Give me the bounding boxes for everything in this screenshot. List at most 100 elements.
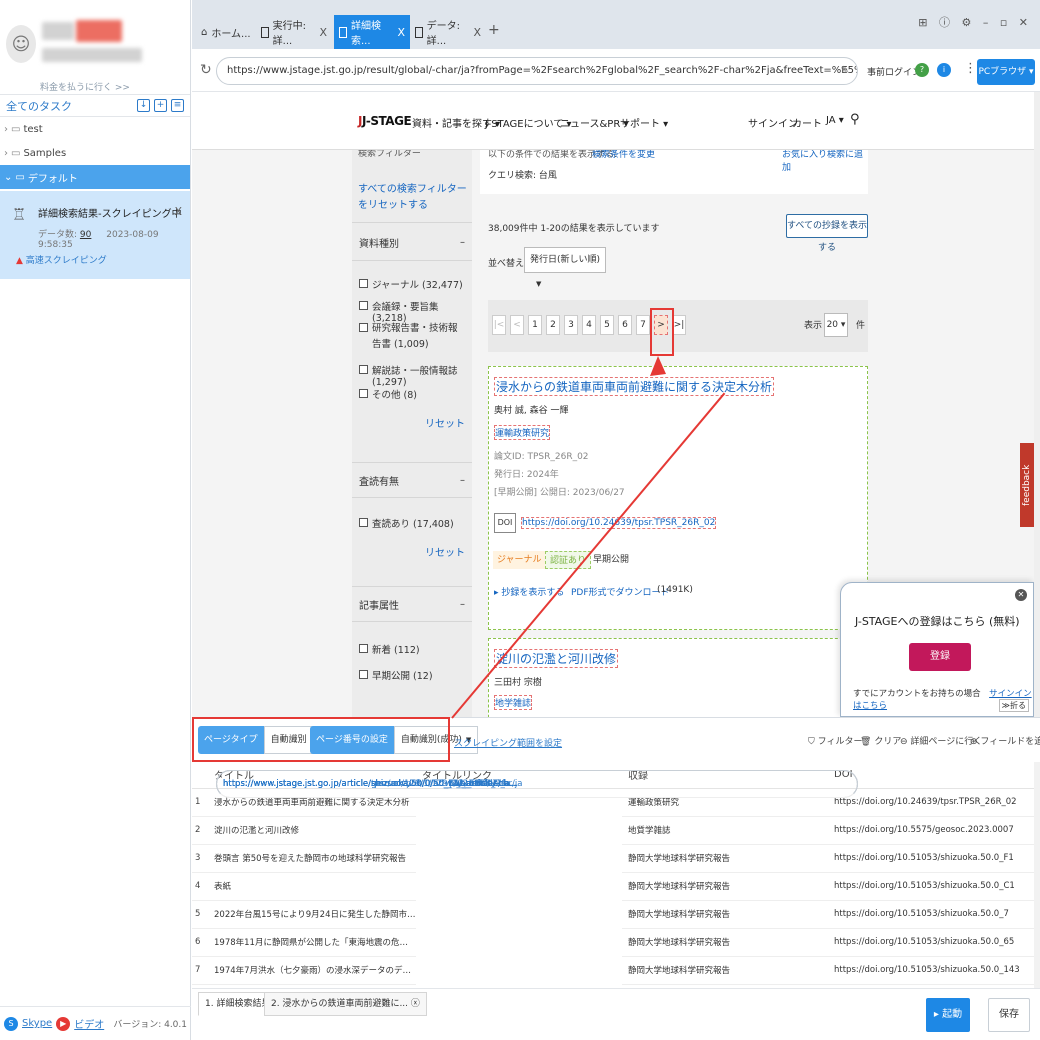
per-page-select[interactable]: 20 ▾	[824, 313, 848, 337]
url-field[interactable]: https://www.jstage.jst.go.jp/result/glob…	[216, 57, 858, 85]
save-button[interactable]: 保存	[988, 998, 1030, 1032]
first-page-button[interactable]: |<	[492, 315, 506, 335]
cell-doi[interactable]: https://doi.org/10.5575/geosoc.2023.0007	[828, 816, 1034, 845]
signin-link[interactable]: サインイン	[748, 115, 798, 130]
cell-doi[interactable]: https://doi.org/10.51053/shizuoka.50.0_C…	[828, 872, 1034, 901]
last-page-button[interactable]: >|	[672, 315, 686, 335]
filter-option[interactable]: 会議録・要旨集 (3,218)	[352, 299, 472, 324]
folder-samples[interactable]: › ▭ Samples	[0, 141, 190, 165]
window-controls[interactable]: ⊞ ⓘ ⚙ – ▫ ✕	[918, 14, 1032, 30]
collapse-icon[interactable]: –	[460, 475, 465, 486]
filter-option[interactable]: ジャーナル (32,477)	[352, 277, 472, 299]
prev-page-button[interactable]: <	[510, 315, 524, 335]
table-row[interactable]: 6 1978年11月に静岡県が公開した「東海地震の危険度の評価」のデ... ht…	[192, 770, 1034, 957]
close-icon[interactable]: X	[319, 26, 327, 39]
checkbox[interactable]	[359, 670, 368, 679]
checkbox[interactable]	[359, 323, 368, 332]
table-row[interactable]: 4 表紙 https://www.jstage.jst.go.jp/articl…	[192, 770, 1034, 901]
checkbox[interactable]	[359, 518, 368, 527]
sort-select[interactable]: 発行日(新しい順) ▼	[524, 247, 606, 288]
result-title[interactable]: 淀川の氾濫と河川改修	[494, 649, 619, 668]
cell-doi[interactable]: https://doi.org/10.24639/tpsr.TPSR_26R_0…	[828, 788, 1034, 817]
table-row[interactable]: 2 淀川の氾濫と河川改修 https://www.jstage.jst.go.j…	[192, 770, 1034, 845]
import-icon[interactable]: ↓	[137, 99, 150, 112]
page-5-button[interactable]: 5	[600, 315, 614, 335]
data-count[interactable]: 90	[80, 230, 91, 240]
extension-icon[interactable]: i	[937, 63, 951, 77]
search-icon[interactable]: ⚲	[850, 112, 860, 127]
page-7-button[interactable]: 7	[636, 315, 650, 335]
cell-title[interactable]: 2022年台風15号により9月24日に発生した静岡市の洪水に関する...	[208, 900, 416, 929]
table-row[interactable]: 7 1974年7月洪水（七夕豪雨）の浸水深データのデジタル化ならびに... ht…	[192, 770, 1034, 985]
new-task-icon[interactable]: +	[154, 99, 167, 112]
collapse-popup-button[interactable]: ≫折る	[998, 699, 1029, 712]
save-search-link[interactable]: お気に入り検索に追加	[782, 147, 868, 173]
filter-button[interactable]: ⛉ フィルター	[808, 734, 862, 747]
scrape-scope-link[interactable]: スクレイピング範囲を設定	[454, 736, 562, 749]
checkbox[interactable]	[359, 301, 368, 310]
filter-reset-link[interactable]: リセット	[352, 544, 472, 559]
page-4-button[interactable]: 4	[582, 315, 596, 335]
cart-link[interactable]: カート	[792, 115, 822, 130]
tab-running[interactable]: 実行中:詳... X	[256, 15, 332, 49]
close-icon[interactable]: X	[397, 26, 405, 39]
page-6-button[interactable]: 6	[618, 315, 632, 335]
close-icon[interactable]: ✕	[1015, 589, 1027, 601]
cell-title[interactable]: 淀川の氾濫と河川改修	[208, 816, 416, 845]
extension-icon[interactable]: ?	[915, 63, 929, 77]
reset-all-filters[interactable]: すべての検索フィルターをリセットする	[358, 182, 470, 214]
cell-title-link[interactable]: https://www.jstage.jst.go.jp/article/shi…	[216, 770, 858, 798]
filter-option[interactable]: その他 (8)	[352, 387, 472, 415]
table-row[interactable]: 3 巻頭言 第50号を迎えた静岡市の地球科学研究報告 https://www.j…	[192, 770, 1034, 873]
cell-source[interactable]: 静岡大学地球科学研究報告	[622, 844, 828, 873]
skype-link[interactable]: Skype	[22, 1018, 52, 1029]
collapse-icon[interactable]: –	[460, 599, 465, 610]
language-select[interactable]: JA ▾	[826, 115, 844, 126]
table-scrollbar[interactable]	[1034, 762, 1040, 988]
result-title[interactable]: 浸水からの鉄道車両車両前避難に関する決定木分析	[494, 377, 775, 396]
cell-source[interactable]: 静岡大学地球科学研究報告	[622, 928, 828, 957]
checkbox[interactable]	[359, 279, 368, 288]
result-tab-2[interactable]: 2. 浸水からの鉄道車両前避難に... ⓧ	[264, 992, 427, 1016]
cell-doi[interactable]: https://doi.org/10.51053/shizuoka.50.0_6…	[828, 928, 1034, 957]
all-tasks-label[interactable]: 全てのタスク	[6, 98, 72, 114]
checkbox[interactable]	[359, 365, 368, 374]
pc-browser-button[interactable]: PCブラウザ ▾	[977, 59, 1035, 85]
reload-icon[interactable]: ↻	[200, 62, 212, 78]
cell-doi[interactable]: https://doi.org/10.51053/shizuoka.50.0_1…	[828, 956, 1034, 985]
edit-icon[interactable]: ✎	[841, 58, 849, 84]
cell-doi[interactable]: https://doi.org/10.51053/shizuoka.50.0_7	[828, 900, 1034, 929]
table-row[interactable]: 5 2022年台風15号により9月24日に発生した静岡市の洪水に関する... h…	[192, 770, 1034, 929]
cell-doi[interactable]: https://doi.org/10.51053/shizuoka.50.0_F…	[828, 844, 1034, 873]
nav-about-menu[interactable]: J-STAGEについて ▾	[485, 115, 572, 130]
register-button[interactable]: 登録	[909, 643, 971, 671]
run-button[interactable]: ▸ 起動	[926, 998, 970, 1032]
close-icon[interactable]: X	[174, 205, 182, 218]
task-card[interactable]: ♖ 詳細検索結果-スクレイピング中 X データ数: 90 2023-08-09 …	[0, 191, 190, 279]
page-3-button[interactable]: 3	[564, 315, 578, 335]
page-2-button[interactable]: 2	[546, 315, 560, 335]
filter-reset-link[interactable]: リセット	[352, 415, 472, 430]
filter-option[interactable]: 研究報告書・技術報告書 (1,009)	[352, 321, 472, 363]
column-header[interactable]: DOI	[828, 762, 1034, 789]
cell-source[interactable]: 静岡大学地球科学研究報告	[622, 956, 828, 985]
checkbox[interactable]	[359, 389, 368, 398]
filter-option[interactable]: 新着 (112)	[352, 642, 472, 668]
pay-link[interactable]: 料金を払うに行く >>	[40, 80, 130, 93]
new-tab-icon[interactable]: +	[488, 22, 500, 38]
pre-login-label[interactable]: 事前ログイン	[867, 65, 921, 78]
close-icon[interactable]: X	[473, 26, 481, 39]
nav-news-menu[interactable]: ニュース&PR ▾	[560, 115, 628, 130]
folder-test[interactable]: › ▭ test	[0, 117, 190, 141]
folder-default[interactable]: ⌄ ▭ デフォルト	[0, 165, 190, 189]
collapse-icon[interactable]: –	[460, 237, 465, 248]
tab-data[interactable]: データ:詳... X	[410, 15, 486, 49]
cell-title[interactable]: 1978年11月に静岡県が公開した「東海地震の危険度の評価」のデ...	[208, 928, 416, 957]
filter-option[interactable]: 査読あり (17,408)	[352, 516, 472, 544]
result-journal[interactable]: 運輸政策研究	[494, 425, 551, 440]
video-link[interactable]: ビデオ	[74, 1016, 104, 1031]
more-icon[interactable]: ⋮	[964, 61, 977, 76]
page-scrollbar[interactable]	[1034, 92, 1040, 717]
cell-source[interactable]: 静岡大学地球科学研究報告	[622, 872, 828, 901]
feedback-tab[interactable]: feedback	[1020, 443, 1034, 527]
